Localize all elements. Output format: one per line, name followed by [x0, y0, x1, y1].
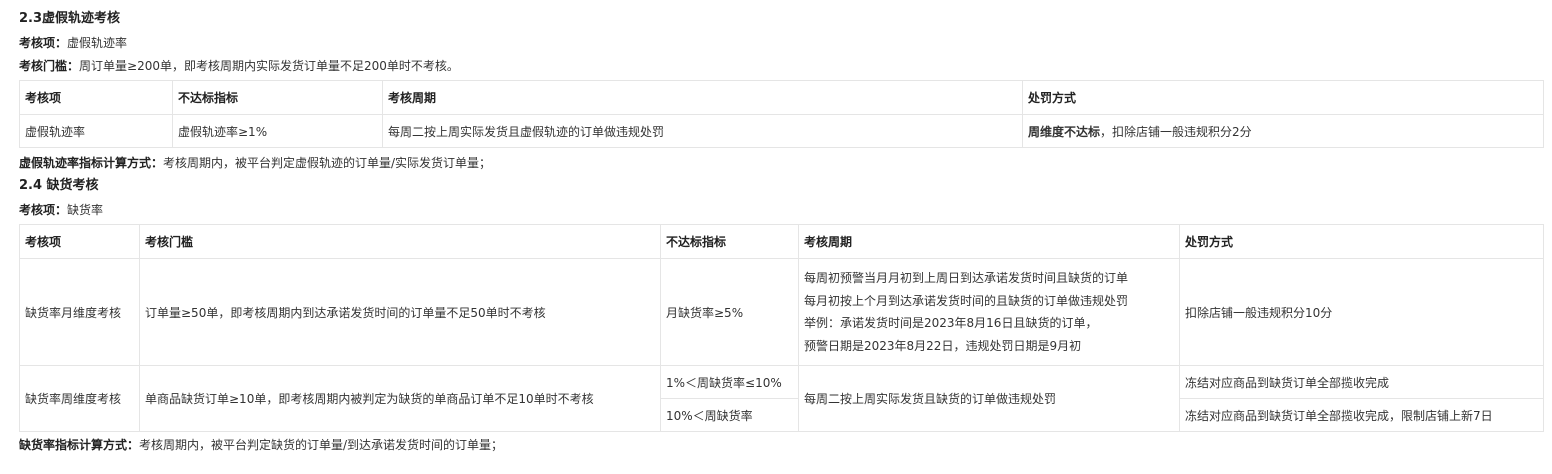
item-cell: 缺货率月维度考核	[19, 258, 140, 366]
penalty-cell: 冻结对应商品到缺货订单全部揽收完成	[1179, 365, 1544, 399]
cycle-cell: 每周二按上周实际发货且缺货的订单做违规处罚	[798, 365, 1180, 432]
table-row: 虚假轨迹率 虚假轨迹率≥1% 每周二按上周实际发货且虚假轨迹的订单做违规处罚 周…	[19, 114, 1544, 148]
calc-method-label: 缺货率指标计算方式：	[19, 438, 140, 452]
cycle-cell: 每周初预警当月月初到上周日到达承诺发货时间且缺货的订单 每月初按上个月到达承诺发…	[798, 258, 1180, 366]
assessment-item-line: 考核项：缺货率	[19, 201, 1542, 219]
cycle-line: 每月初按上个月到达承诺发货时间的且缺货的订单做违规处罚	[804, 293, 1129, 308]
table-header-row: 考核项 不达标指标 考核周期 处罚方式	[19, 80, 1544, 115]
header-cell: 考核项	[19, 80, 173, 115]
header-cell: 考核项	[19, 224, 140, 259]
section-2-4-title: 2.4 缺货考核	[19, 178, 99, 193]
header-cell: 不达标指标	[172, 80, 383, 115]
indicator-cell: 虚假轨迹率≥1%	[172, 114, 383, 148]
penalty-bold-text: 周维度不达标	[1028, 124, 1101, 139]
table-header-row: 考核项 考核门槛 不达标指标 考核周期 处罚方式	[19, 224, 1544, 259]
cycle-cell: 每周二按上周实际发货且虚假轨迹的订单做违规处罚	[382, 114, 1023, 148]
header-cell: 考核周期	[798, 224, 1180, 259]
table-row: 缺货率周维度考核 单商品缺货订单≥10单，即考核周期内被判定为缺货的单商品订单不…	[19, 365, 1544, 432]
penalty-text: ，扣除店铺一般违规积分2分	[1100, 124, 1252, 139]
indicator-cell: 10%＜周缺货率	[660, 398, 799, 432]
assessment-item-value: 虚假轨迹率	[67, 36, 128, 50]
calc-method-line: 缺货率指标计算方式：考核周期内，被平台判定缺货的订单量/到达承诺发货时间的订单量…	[19, 436, 1542, 454]
calc-method-value: 考核周期内，被平台判定缺货的订单量/到达承诺发货时间的订单量；	[139, 438, 504, 452]
threshold-cell: 单商品缺货订单≥10单，即考核周期内被判定为缺货的单商品订单不足10单时不考核	[139, 365, 661, 432]
header-cell: 处罚方式	[1022, 80, 1544, 115]
section-2-3-title: 2.3虚假轨迹考核	[19, 11, 121, 26]
penalty-cell: 周维度不达标，扣除店铺一般违规积分2分	[1022, 114, 1544, 148]
assessment-threshold-line: 考核门槛：周订单量≥200单，即考核周期内实际发货订单量不足200单时不考核。	[19, 57, 1542, 75]
cycle-line: 预警日期是2023年8月22日，违规处罚日期是9月初	[804, 338, 1082, 353]
item-cell: 缺货率周维度考核	[19, 365, 140, 432]
calc-method-line: 虚假轨迹率指标计算方式：考核周期内，被平台判定虚假轨迹的订单量/实际发货订单量；	[19, 154, 1542, 172]
header-cell: 处罚方式	[1179, 224, 1544, 259]
assessment-threshold-label: 考核门槛：	[19, 59, 80, 73]
cycle-line: 每周初预警当月月初到上周日到达承诺发货时间且缺货的订单	[804, 271, 1129, 285]
header-cell: 考核门槛	[139, 224, 661, 259]
cycle-line: 举例：承诺发货时间是2023年8月16日且缺货的订单，	[804, 316, 1098, 330]
penalty-cell: 扣除店铺一般违规积分10分	[1179, 258, 1544, 366]
table-row: 缺货率月维度考核 订单量≥50单，即考核周期内到达承诺发货时间的订单量不足50单…	[19, 258, 1544, 366]
fake-tracking-table: 考核项 不达标指标 考核周期 处罚方式 虚假轨迹率 虚假轨迹率≥1% 每周二按上…	[19, 80, 1544, 148]
threshold-cell: 订单量≥50单，即考核周期内到达承诺发货时间的订单量不足50单时不考核	[139, 258, 661, 366]
indicator-cell: 1%＜周缺货率≤10%	[660, 365, 799, 399]
assessment-threshold-value: 周订单量≥200单，即考核周期内实际发货订单量不足200单时不考核。	[79, 59, 459, 73]
assessment-item-label: 考核项：	[19, 203, 68, 217]
penalty-cell: 冻结对应商品到缺货订单全部揽收完成，限制店铺上新7日	[1179, 398, 1544, 432]
item-cell: 虚假轨迹率	[19, 114, 173, 148]
assessment-item-line: 考核项：虚假轨迹率	[19, 34, 1542, 52]
header-cell: 不达标指标	[660, 224, 799, 259]
header-cell: 考核周期	[382, 80, 1023, 115]
assessment-item-label: 考核项：	[19, 36, 68, 50]
out-of-stock-table: 考核项 考核门槛 不达标指标 考核周期 处罚方式 缺货率月维度考核 订单量≥50…	[19, 224, 1544, 432]
calc-method-label: 虚假轨迹率指标计算方式：	[19, 156, 164, 170]
assessment-item-value: 缺货率	[67, 203, 104, 217]
document-page: 2.3虚假轨迹考核 考核项：虚假轨迹率 考核门槛：周订单量≥200单，即考核周期…	[0, 0, 1552, 454]
calc-method-value: 考核周期内，被平台判定虚假轨迹的订单量/实际发货订单量；	[163, 156, 492, 170]
indicator-cell: 月缺货率≥5%	[660, 258, 799, 366]
